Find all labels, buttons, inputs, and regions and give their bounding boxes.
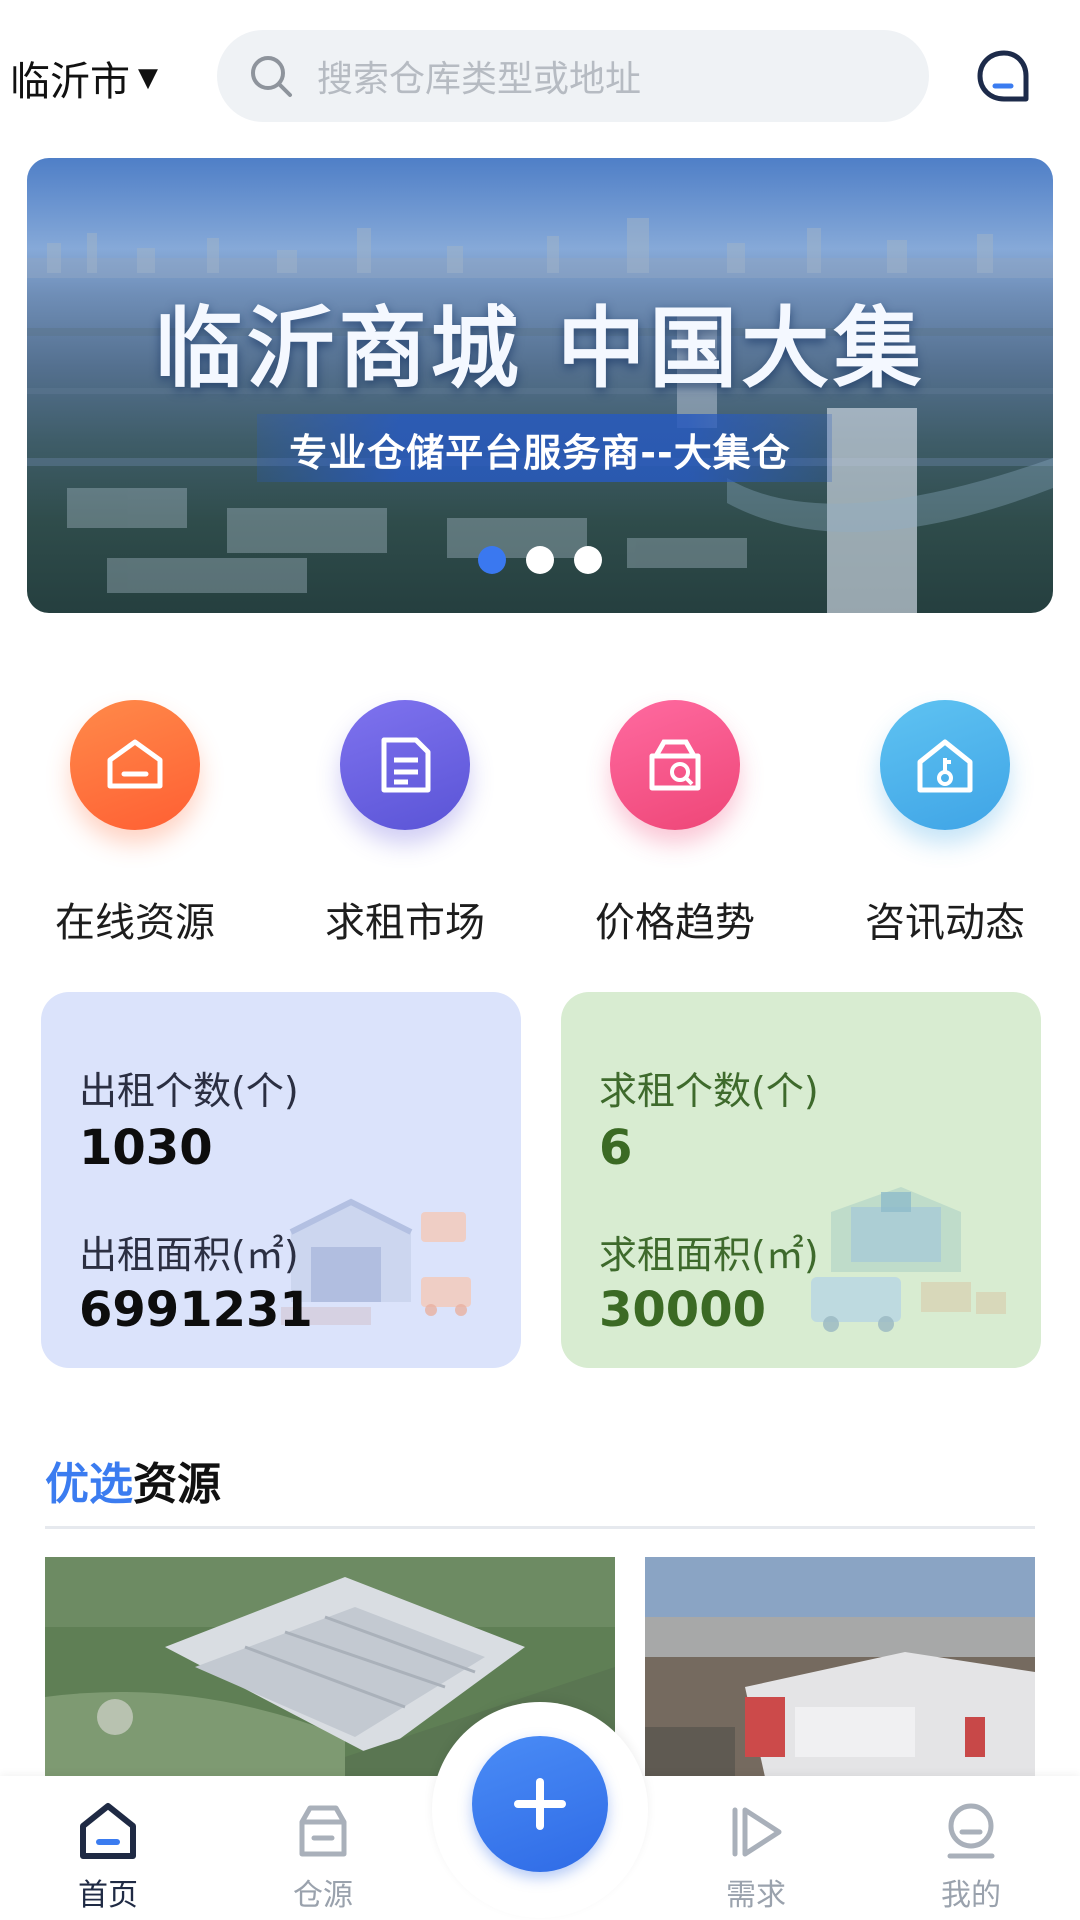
carousel-dot[interactable]: [526, 546, 554, 574]
quick-entries: 在线资源 求租市场 价格趋势 咨讯动态: [0, 700, 1080, 946]
search-box-icon: [610, 700, 740, 830]
home-icon: [80, 1803, 136, 1859]
entry-label: 咨讯动态: [865, 900, 1025, 946]
search-icon: [251, 56, 292, 97]
rent-area-value: 6991231: [79, 1282, 313, 1338]
rent-stats-card[interactable]: 出租个数(个) 1030 出租面积(㎡) 6991231: [41, 992, 521, 1368]
entry-label: 价格趋势: [595, 900, 755, 946]
document-list-icon: [340, 700, 470, 830]
user-profile-icon: [947, 1803, 995, 1859]
tab-mine-label: 我的: [941, 1878, 1001, 1913]
plus-icon: [514, 1778, 566, 1830]
tab-demand[interactable]: 需求: [686, 1800, 826, 1914]
add-button[interactable]: [472, 1736, 608, 1872]
tab-mine[interactable]: 我的: [901, 1800, 1041, 1914]
tab-warehouse-label: 仓源: [293, 1878, 353, 1913]
section-divider: [45, 1526, 1035, 1529]
rent-count-label: 出租个数(个): [79, 1069, 299, 1113]
house-key-icon: [880, 700, 1010, 830]
play-triangle-icon: [732, 1807, 782, 1857]
seek-area-value: 30000: [599, 1282, 766, 1338]
search-placeholder: 搜索仓库类型或地址: [317, 59, 642, 100]
entry-price-trend[interactable]: 价格趋势: [575, 700, 775, 948]
city-selector[interactable]: 临沂市 ▼: [10, 48, 158, 108]
tab-home-label: 首页: [78, 1878, 138, 1913]
carousel-dot[interactable]: [574, 546, 602, 574]
delivery-illustration: [811, 1187, 1006, 1332]
featured-title-rest: 资源: [133, 1459, 221, 1510]
seek-area-label: 求租面积(㎡): [599, 1233, 819, 1277]
seek-count-value: 6: [599, 1120, 633, 1176]
seek-stats-card[interactable]: 求租个数(个) 6 求租面积(㎡) 30000: [561, 992, 1041, 1368]
carousel-dot[interactable]: [478, 546, 506, 574]
search-bar[interactable]: 搜索仓库类型或地址: [217, 30, 929, 122]
warehouse-icon: [70, 700, 200, 830]
city-label: 临沂市: [10, 59, 130, 105]
tab-home[interactable]: 首页: [38, 1800, 178, 1914]
top-header: 临沂市 ▼ 搜索仓库类型或地址: [0, 0, 1080, 150]
caret-down-icon: ▼: [138, 63, 158, 93]
storage-box-icon: [299, 1805, 347, 1857]
featured-section-title: 优选资源: [45, 1448, 221, 1512]
chat-bubble-icon[interactable]: [975, 48, 1033, 106]
featured-logistics-photo[interactable]: [645, 1557, 1035, 1777]
entry-label: 在线资源: [55, 900, 215, 946]
seek-count-label: 求租个数(个): [599, 1069, 819, 1113]
tab-demand-label: 需求: [726, 1878, 786, 1913]
rent-count-value: 1030: [79, 1120, 213, 1176]
home-page: 临沂市 ▼ 搜索仓库类型或地址 临沂商城 中国大集 专业仓储平台服务商--大集仓…: [0, 0, 1080, 1920]
entry-news[interactable]: 咨讯动态: [845, 700, 1045, 948]
banner-title: 临沂商城 中国大集: [154, 297, 926, 400]
entry-label: 求租市场: [325, 900, 485, 946]
promo-banner[interactable]: 临沂商城 中国大集 专业仓储平台服务商--大集仓: [27, 158, 1053, 613]
rent-area-label: 出租面积(㎡): [79, 1233, 299, 1277]
carousel-dots: [27, 546, 1053, 574]
entry-rental-market[interactable]: 求租市场: [305, 700, 505, 948]
tab-warehouse[interactable]: 仓源: [253, 1800, 393, 1914]
entry-online-resources[interactable]: 在线资源: [35, 700, 235, 948]
banner-subtitle: 专业仓储平台服务商--大集仓: [289, 431, 791, 475]
featured-title-accent: 优选: [45, 1459, 133, 1510]
